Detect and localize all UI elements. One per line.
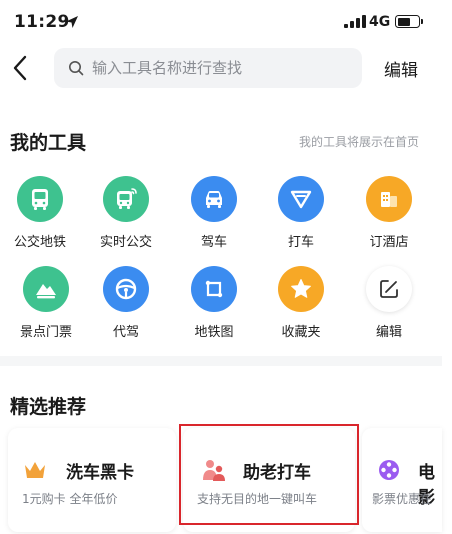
my-tools-hint: 我的工具将展示在首页 xyxy=(298,135,419,149)
tool-label: 编辑 xyxy=(375,325,402,340)
battery-level xyxy=(397,17,410,26)
tool-label: 景点门票 xyxy=(19,325,72,340)
search-input[interactable] xyxy=(92,59,342,77)
card-subtitle: 1元购卡 全年低价 xyxy=(22,492,118,506)
my-tools-title: 我的工具 xyxy=(10,132,87,154)
status-bar: 11:29 4G xyxy=(0,0,452,44)
tool-icon-bg xyxy=(191,266,237,312)
film-reel-icon xyxy=(379,460,399,480)
car-icon xyxy=(206,191,222,208)
tool-bus-metro[interactable]: 公交地铁 xyxy=(0,176,80,250)
bus-icon xyxy=(32,189,48,210)
location-arrow-icon xyxy=(66,16,78,28)
tool-scenic-tickets[interactable]: 景点门票 xyxy=(6,266,86,340)
card-movie[interactable]: 电影 影票优惠在 xyxy=(362,428,442,532)
highlight-box xyxy=(179,424,359,525)
back-icon[interactable] xyxy=(10,54,32,82)
tool-edit[interactable]: 编辑 xyxy=(349,266,429,340)
subway-map-icon xyxy=(205,280,223,298)
card-subtitle: 影票优惠在 xyxy=(372,492,433,506)
cellular-signal-icon xyxy=(344,15,366,28)
tool-label: 订酒店 xyxy=(369,235,409,250)
realtime-bus-icon xyxy=(117,188,137,209)
search-icon xyxy=(69,61,84,76)
tool-drive[interactable]: 驾车 xyxy=(174,176,254,250)
tool-label: 实时公交 xyxy=(99,235,152,250)
edit-icon xyxy=(380,280,398,298)
search-box[interactable] xyxy=(54,48,362,88)
tool-label: 驾车 xyxy=(200,235,227,250)
tool-taxi[interactable]: 打车 xyxy=(261,176,341,250)
tool-label: 收藏夹 xyxy=(281,325,321,340)
taxi-icon xyxy=(290,190,312,209)
tool-icon-bg xyxy=(278,266,324,312)
tool-icon-bg xyxy=(366,266,412,312)
tool-label: 地铁图 xyxy=(194,325,234,340)
tool-icon-bg xyxy=(278,176,324,222)
tool-icon-bg xyxy=(103,266,149,312)
tool-icon-bg xyxy=(103,176,149,222)
card-car-wash[interactable]: 洗车黑卡 1元购卡 全年低价 xyxy=(8,428,176,532)
tool-subway-map[interactable]: 地铁图 xyxy=(174,266,254,340)
card-title: 洗车黑卡 xyxy=(66,463,134,483)
crown-icon xyxy=(25,462,45,478)
tool-realtime-bus[interactable]: 实时公交 xyxy=(86,176,166,250)
battery-cap xyxy=(421,19,423,24)
section-divider xyxy=(0,356,442,366)
tool-icon-bg xyxy=(23,266,69,312)
scenic-ticket-icon xyxy=(36,284,56,299)
edit-button[interactable]: 编辑 xyxy=(384,56,418,81)
tool-icon-bg xyxy=(366,176,412,222)
tool-icon-bg xyxy=(191,176,237,222)
hotel-icon xyxy=(381,192,397,207)
tool-label: 代驾 xyxy=(112,325,139,340)
tool-label: 打车 xyxy=(287,235,314,250)
battery-icon xyxy=(395,15,420,28)
network-type: 4G xyxy=(369,14,391,30)
tool-hotel[interactable]: 订酒店 xyxy=(349,176,429,250)
tool-designated-driver[interactable]: 代驾 xyxy=(86,266,166,340)
star-icon xyxy=(291,279,311,298)
status-time: 11:29 xyxy=(14,12,70,32)
steering-wheel-icon xyxy=(115,278,137,300)
tool-favorites[interactable]: 收藏夹 xyxy=(261,266,341,340)
tool-label: 公交地铁 xyxy=(13,235,66,250)
tool-icon-bg xyxy=(17,176,63,222)
recommend-title: 精选推荐 xyxy=(10,396,87,418)
